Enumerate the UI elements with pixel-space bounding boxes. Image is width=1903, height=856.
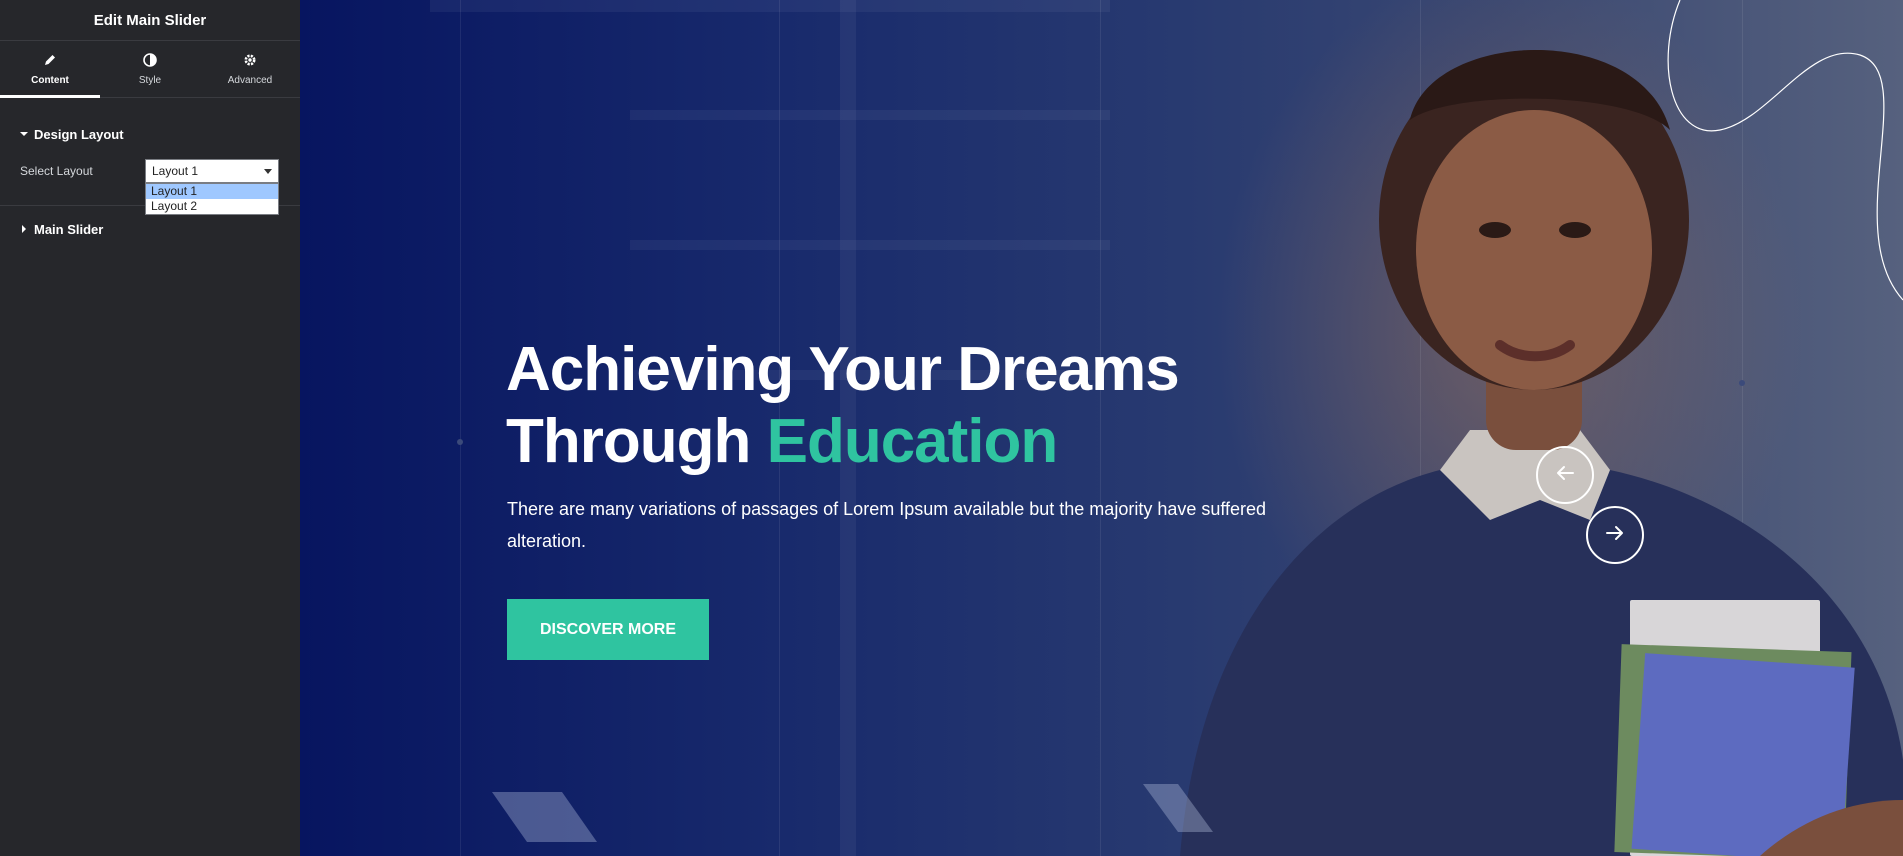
select-layout-options: Layout 1 Layout 2 xyxy=(145,183,279,215)
grid-line xyxy=(460,0,461,856)
select-layout-control: Select Layout Layout 1 Layout 1 Layout 2 xyxy=(0,159,300,215)
tab-style-label: Style xyxy=(138,74,162,86)
decorative-parallelogram xyxy=(492,792,597,842)
section-design-layout[interactable]: Design Layout xyxy=(0,109,300,159)
slider-prev-button[interactable] xyxy=(1536,446,1594,504)
tab-advanced[interactable]: Advanced xyxy=(200,41,300,97)
chevron-down-icon xyxy=(264,169,272,174)
half-circle-icon xyxy=(143,52,157,70)
arrow-left-icon xyxy=(1555,465,1575,486)
panel-header: Edit Main Slider xyxy=(0,0,300,41)
tab-content-label: Content xyxy=(31,74,69,86)
tab-content[interactable]: Content xyxy=(0,41,100,97)
slider-heading: Achieving Your Dreams Through Education xyxy=(506,334,1266,478)
pencil-icon xyxy=(43,53,57,70)
caret-down-icon xyxy=(20,130,28,138)
heading-accent-word: Education xyxy=(766,407,1059,476)
slider-subtext: There are many variations of passages of… xyxy=(507,499,1267,551)
decorative-parallelogram xyxy=(1143,784,1213,832)
caret-right-icon xyxy=(20,225,28,233)
option-layout-1[interactable]: Layout 1 xyxy=(146,184,278,199)
slider-preview: Achieving Your Dreams Through Education … xyxy=(300,0,1903,856)
bookshelf-row xyxy=(430,0,1110,12)
editor-panel: Edit Main Slider Content Style Advanced … xyxy=(0,0,300,856)
heading-line-2-plain: Through xyxy=(506,407,767,476)
tab-advanced-label: Advanced xyxy=(227,74,273,86)
tab-style[interactable]: Style xyxy=(100,41,200,97)
select-layout-value: Layout 1 xyxy=(152,164,199,178)
select-layout-label: Select Layout xyxy=(20,164,93,178)
section-design-layout-label: Design Layout xyxy=(34,126,124,142)
heading-line-1: Achieving Your Dreams xyxy=(506,335,1180,404)
grid-dot xyxy=(457,439,463,445)
bookshelf-row xyxy=(630,110,1110,120)
slider-next-button[interactable] xyxy=(1586,506,1644,564)
discover-more-button[interactable]: DISCOVER MORE xyxy=(507,599,709,660)
section-main-slider-label: Main Slider xyxy=(34,221,104,237)
gear-icon xyxy=(243,53,257,70)
arrow-right-icon xyxy=(1605,525,1625,546)
bookshelf-row xyxy=(630,240,1110,250)
panel-tabs: Content Style Advanced xyxy=(0,41,300,98)
panel-title: Edit Main Slider xyxy=(93,11,207,29)
option-layout-2[interactable]: Layout 2 xyxy=(146,199,278,214)
select-layout-dropdown[interactable]: Layout 1 xyxy=(145,159,279,183)
